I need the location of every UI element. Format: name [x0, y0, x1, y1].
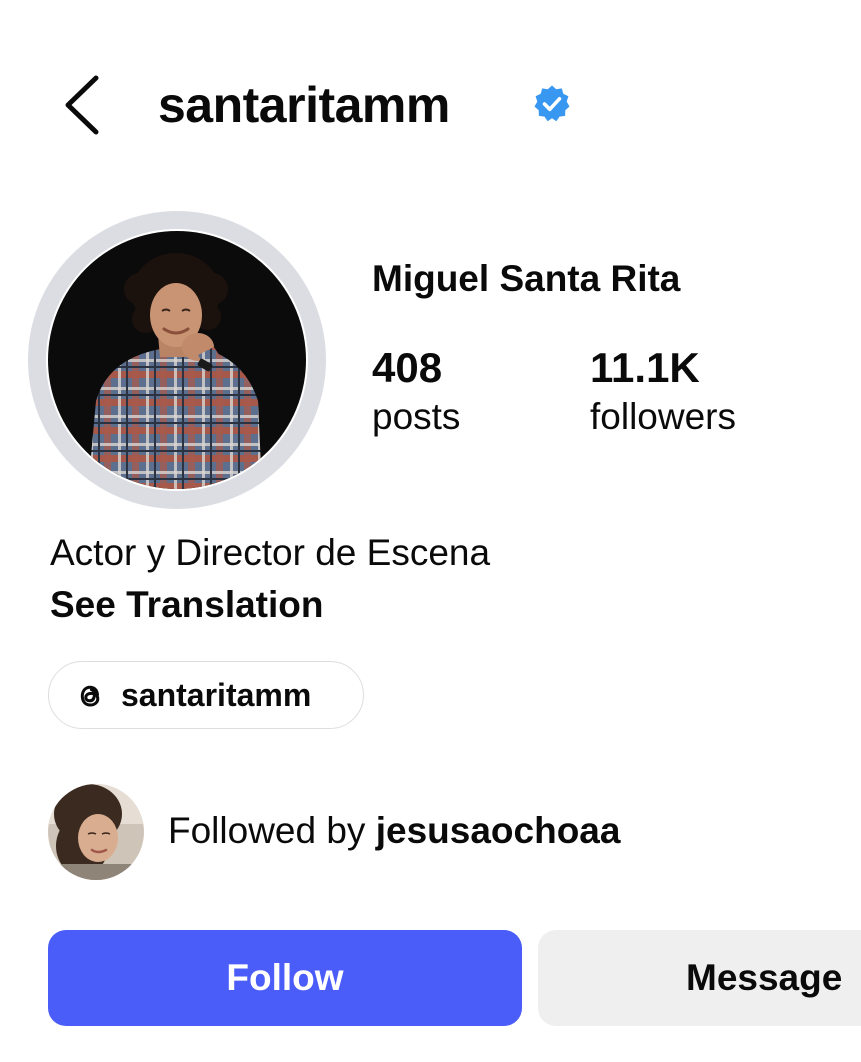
followers-stat[interactable]: 11.1K followers	[590, 342, 736, 440]
see-translation-link[interactable]: See Translation	[50, 582, 324, 628]
profile-header: santaritamm	[0, 0, 861, 200]
followed-by-prefix: Followed by	[168, 810, 376, 851]
posts-stat[interactable]: 408 posts	[372, 342, 460, 440]
followed-by-text[interactable]: Followed by jesusaochoaa	[168, 808, 620, 854]
followers-label: followers	[590, 396, 736, 437]
posts-label: posts	[372, 396, 461, 437]
message-button-label: Message	[686, 957, 843, 998]
message-button[interactable]: Message	[538, 930, 861, 1026]
mutual-follower-photo	[48, 784, 144, 880]
followers-count: 11.1K	[590, 344, 700, 391]
follow-button[interactable]: Follow	[48, 930, 522, 1026]
threads-link-chip[interactable]: santaritamm	[48, 661, 364, 729]
verified-badge-icon	[534, 85, 570, 122]
profile-photo	[48, 231, 306, 489]
avatar[interactable]	[46, 229, 308, 491]
chevron-left-icon	[65, 75, 99, 135]
mutual-follower-avatar[interactable]	[48, 784, 144, 880]
followed-by-username: jesusaochoaa	[375, 810, 621, 851]
back-button[interactable]	[58, 72, 108, 138]
posts-count: 408	[372, 344, 443, 391]
threads-handle: santaritamm	[121, 677, 312, 713]
page-title: santaritamm	[158, 77, 450, 133]
profile-full-name: Miguel Santa Rita	[372, 258, 681, 299]
threads-icon	[80, 685, 100, 707]
profile-bio: Actor y Director de Escena	[50, 532, 491, 573]
